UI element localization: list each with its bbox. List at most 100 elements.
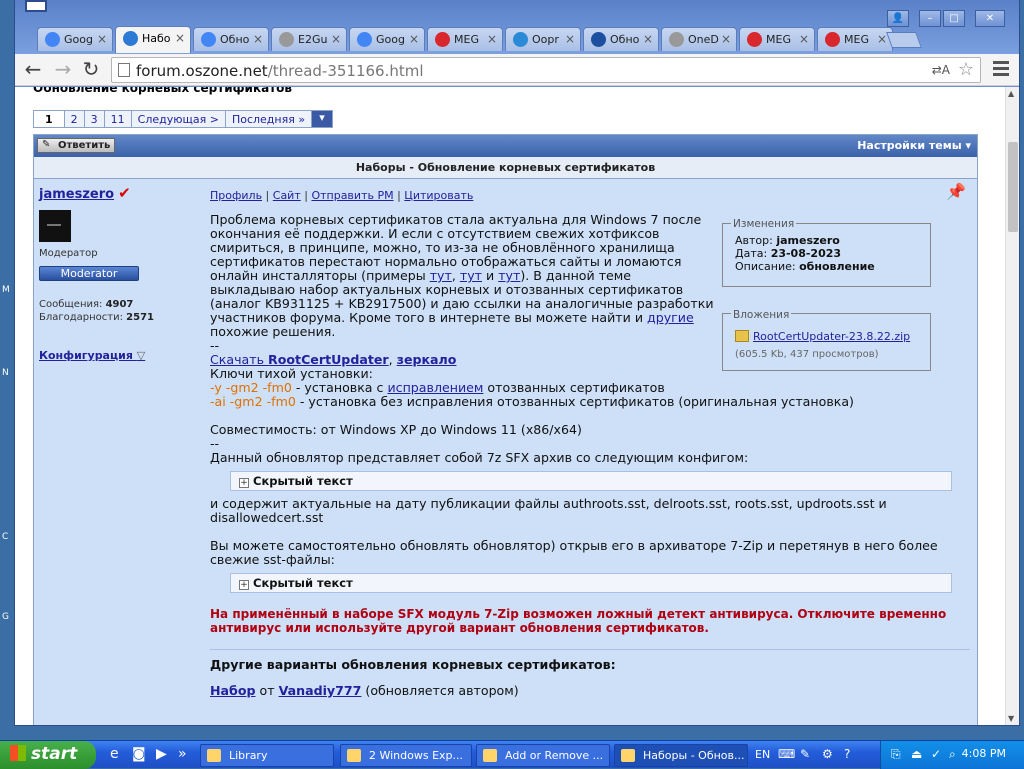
page-link-2[interactable]: 2	[63, 110, 85, 128]
spoiler-label: Скрытый текст	[253, 474, 353, 488]
taskbar-button-1[interactable]: Library	[200, 744, 334, 767]
page-link-1[interactable]: 1	[33, 110, 65, 128]
tab-10[interactable]: MEG ×	[739, 27, 815, 51]
post-link-2[interactable]: Сайт	[273, 189, 301, 202]
reply-label: Ответить	[58, 140, 111, 151]
post-link-4[interactable]: Цитировать	[404, 189, 473, 202]
close-tab-icon[interactable]: ×	[643, 32, 653, 46]
back-button[interactable]: ←	[21, 58, 45, 82]
example-link-1[interactable]: тут	[430, 268, 452, 283]
pen-icon[interactable]: ✎	[800, 747, 815, 762]
fix-link[interactable]: исправлением	[387, 380, 483, 395]
thread-settings-menu[interactable]: Настройки темы ▾	[857, 139, 971, 152]
tab-5[interactable]: Goog ×	[349, 27, 425, 51]
close-tab-icon[interactable]: ×	[97, 32, 107, 46]
taskbar-button-3[interactable]: Add or Remove ...	[476, 744, 610, 767]
close-tab-icon[interactable]: ×	[331, 32, 341, 46]
quicklaunch-icon[interactable]: ◙	[132, 746, 146, 762]
example-link-2[interactable]: тут	[460, 268, 482, 283]
tab-4[interactable]: E2Gu ×	[271, 27, 347, 51]
avatar[interactable]	[39, 210, 71, 242]
url-path: /thread-351166.html	[267, 62, 424, 80]
tab-6[interactable]: MEG ×	[427, 27, 503, 51]
attachment-link[interactable]: RootCertUpdater-23.8.22.zip	[753, 330, 910, 343]
thanks-label: Благодарности:	[39, 312, 127, 323]
window-icon	[207, 749, 221, 762]
tab-2[interactable]: Набо ×	[115, 26, 191, 53]
media-player-icon[interactable]: ▶	[156, 746, 167, 762]
shield-icon[interactable]: ✓	[931, 747, 946, 762]
settings-icon[interactable]: ⚙	[822, 747, 837, 762]
other-solutions-link[interactable]: другие	[647, 310, 694, 325]
reply-button[interactable]: ✎ Ответить	[37, 138, 116, 153]
close-tab-icon[interactable]: ×	[175, 31, 185, 45]
hidden-text-spoiler[interactable]: + Скрытый текст	[230, 471, 952, 491]
chrome-icon	[201, 32, 216, 47]
browser-toolbar: ← → ↻ forum.oszone.net/thread-351166.htm…	[15, 54, 1019, 86]
role-badge: Moderator	[39, 266, 139, 281]
reload-button[interactable]: ↻	[79, 58, 103, 82]
close-tab-icon[interactable]: ×	[253, 32, 263, 46]
maximize-button[interactable]: □	[943, 10, 965, 27]
tab-11[interactable]: MEG ×	[817, 27, 893, 51]
username-link[interactable]: jameszero	[39, 187, 114, 202]
author-link[interactable]: Vanadiy777	[279, 683, 362, 698]
pager-dropdown-icon[interactable]: ▾	[311, 110, 334, 128]
start-button[interactable]: start	[0, 741, 96, 769]
close-tab-icon[interactable]: ×	[877, 32, 887, 46]
forward-button[interactable]: →	[51, 58, 75, 82]
address-bar[interactable]: forum.oszone.net/thread-351166.html ⇄A ☆	[111, 57, 981, 83]
config-link[interactable]: Конфигурация ▽	[39, 349, 204, 362]
tab-strip: Goog × Набо × Обно × E2Gu × Goog × MEG × Oopr × Обно × O…	[15, 0, 1019, 54]
keyboard-icon[interactable]: ⌨	[778, 747, 795, 762]
tab-3[interactable]: Обно ×	[193, 27, 269, 51]
language-indicator[interactable]: EN	[755, 748, 770, 761]
bookmark-star-icon[interactable]: ☆	[958, 59, 974, 80]
desktop-icon-label: M	[2, 285, 10, 295]
close-window-button[interactable]: ✕	[975, 10, 1005, 27]
attachments-legend: Вложения	[731, 308, 792, 322]
close-tab-icon[interactable]: ×	[565, 32, 575, 46]
scrollbar[interactable]: ▲ ▼	[1005, 87, 1019, 725]
example-link-3[interactable]: тут	[498, 268, 520, 283]
post-link-3[interactable]: Отправить PM	[311, 189, 393, 202]
clock[interactable]: 4:08 PM	[962, 747, 1006, 760]
menu-icon[interactable]	[993, 61, 1009, 79]
close-tab-icon[interactable]: ×	[487, 32, 497, 46]
url-text[interactable]: forum.oszone.net/thread-351166.html	[136, 62, 424, 80]
tab-1[interactable]: Goog ×	[37, 27, 113, 51]
translate-icon[interactable]: ⇄A	[932, 63, 950, 77]
tab-8[interactable]: Обно ×	[583, 27, 659, 51]
page-link-5[interactable]: Следующая >	[130, 110, 226, 128]
page-link-4[interactable]: 11	[103, 110, 132, 128]
minimize-button[interactable]: –	[919, 10, 941, 27]
post-link-1[interactable]: Профиль	[210, 189, 262, 202]
oszone-icon	[123, 31, 138, 46]
page-link-3[interactable]: 3	[83, 110, 105, 128]
safely-remove-icon[interactable]: ⏏	[911, 747, 926, 762]
taskbar-button-2[interactable]: 2 Windows Exp...	[340, 744, 472, 767]
close-tab-icon[interactable]: ×	[799, 32, 809, 46]
page-link-6[interactable]: Последняя »	[224, 110, 313, 128]
hidden-text-spoiler[interactable]: + Скрытый текст	[230, 573, 952, 593]
key2-line: -ai -gm2 -fm0 - установка без исправлени…	[210, 395, 970, 409]
close-tab-icon[interactable]: ×	[409, 32, 419, 46]
scroll-thumb[interactable]	[1008, 142, 1018, 232]
profile-icon[interactable]: 👤	[887, 10, 909, 27]
scroll-down-icon[interactable]: ▼	[1008, 714, 1014, 723]
tab-9[interactable]: OneD ×	[661, 27, 737, 51]
set-link[interactable]: Набор	[210, 683, 256, 698]
download-link[interactable]: RootCertUpdater	[268, 352, 389, 367]
scroll-up-icon[interactable]: ▲	[1008, 89, 1014, 98]
help-icon[interactable]: ?	[844, 747, 859, 762]
show-desktop-icon[interactable]: »	[178, 746, 187, 762]
tab-7[interactable]: Oopr ×	[505, 27, 581, 51]
expand-icon: +	[239, 580, 249, 590]
close-tab-icon[interactable]: ×	[721, 32, 731, 46]
network-icon[interactable]: ⎘	[891, 747, 906, 762]
mirror-link[interactable]: зеркало	[397, 352, 457, 367]
new-tab-button[interactable]	[886, 32, 922, 48]
taskbar-button-4[interactable]: Наборы - Обнов...	[614, 744, 748, 767]
download-link-prefix[interactable]: Скачать	[210, 352, 268, 367]
ie-icon[interactable]: e	[110, 746, 119, 762]
